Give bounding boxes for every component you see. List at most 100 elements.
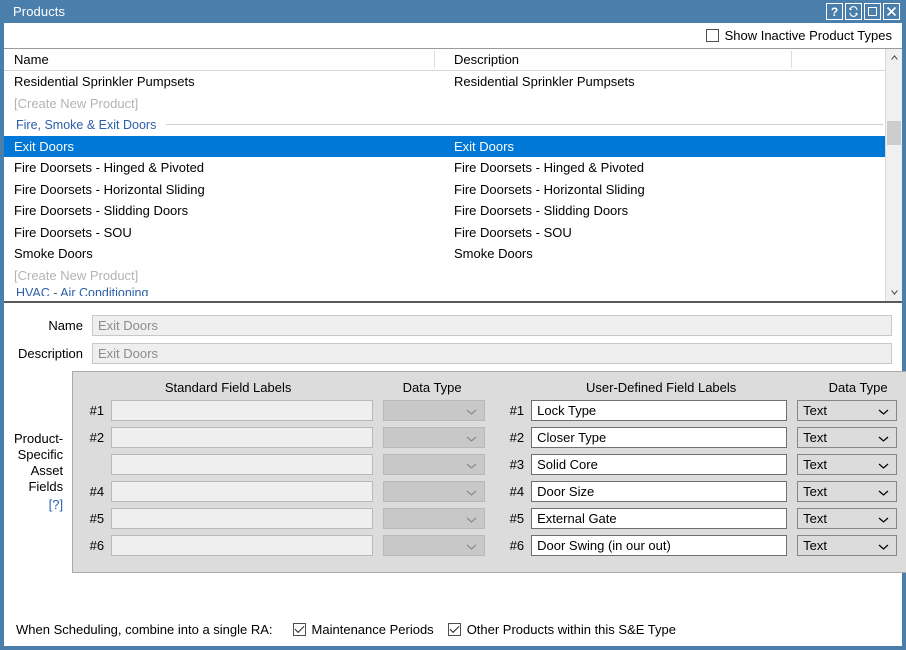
field-definition-row: #6 #6 Text (83, 535, 906, 556)
user-defined-field-label-input[interactable] (531, 481, 788, 502)
cell-name: [Create New Product] (14, 95, 139, 111)
table-row[interactable]: [Create New Product] (4, 93, 885, 115)
description-label: Description (17, 346, 83, 361)
user-field-data-type-select[interactable]: Text (797, 400, 898, 421)
user-field-number: #2 (509, 430, 525, 445)
standard-field-data-type-select[interactable] (383, 400, 486, 421)
standard-field-data-type-select[interactable] (383, 481, 486, 502)
side-label-line-2: Specific (17, 447, 64, 462)
cell-name: Residential Sprinkler Pumpsets (14, 74, 195, 90)
maximize-icon[interactable] (864, 3, 881, 20)
help-link[interactable]: [?] (14, 497, 63, 513)
user-field-data-type-select[interactable]: Text (797, 427, 898, 448)
table-row[interactable]: Fire Doorsets - Hinged & Pivoted Fire Doo… (4, 157, 885, 179)
user-defined-field-label-input[interactable] (531, 454, 788, 475)
show-inactive-checkbox-box[interactable] (705, 29, 719, 42)
user-field-data-type-select[interactable]: Text (797, 508, 898, 529)
cell-description: Residential Sprinkler Pumpsets (454, 74, 635, 90)
other-products-label: Other Products within this S&E Type (466, 621, 676, 637)
table-row-selected[interactable]: Exit Doors Exit Doors (4, 135, 885, 157)
table-row[interactable]: Fire Doorsets - Horizontal Sliding Fire D… (4, 179, 885, 201)
other-products-checkbox-box[interactable] (447, 622, 461, 636)
close-icon[interactable] (883, 3, 900, 20)
chevron-down-icon (878, 457, 889, 472)
user-defined-field-label-input[interactable] (531, 400, 788, 421)
products-grid: Name Description Residential Sprinkler P… (4, 49, 902, 301)
scroll-thumb[interactable] (887, 121, 901, 145)
grid-vertical-scrollbar[interactable] (885, 49, 902, 301)
group-header-label: HVAC - Air Conditioning (16, 286, 149, 296)
maintenance-periods-checkbox-box[interactable] (292, 622, 306, 636)
user-field-data-type-value: Text (803, 430, 827, 445)
chevron-down-icon (466, 457, 477, 472)
table-row[interactable]: [Create New Product] (4, 265, 885, 287)
user-field-data-type-value: Text (803, 403, 827, 418)
other-products-checkbox[interactable]: Other Products within this S&E Type (447, 621, 676, 637)
user-field-number: #6 (509, 538, 525, 553)
scroll-track[interactable] (886, 66, 902, 284)
user-field-number: #1 (509, 403, 525, 418)
standard-field-data-type-select[interactable] (383, 535, 486, 556)
standard-field-data-type-select[interactable] (383, 454, 486, 475)
table-row[interactable]: Residential Sprinkler Pumpsets Residentia… (4, 71, 885, 93)
table-row[interactable]: Fire Doorsets - Slidding Doors Fire Doors… (4, 200, 885, 222)
scheduling-options-bar: When Scheduling, combine into a single R… (4, 612, 902, 646)
chevron-down-icon (878, 430, 889, 445)
client-area: Show Inactive Product Types Name Descrip… (4, 23, 906, 646)
user-field-data-type-select[interactable]: Text (797, 535, 898, 556)
cell-name: Exit Doors (14, 138, 74, 154)
user-field-data-type-select[interactable]: Text (797, 454, 898, 475)
user-defined-field-labels-header: User-Defined Field Labels (585, 380, 737, 395)
column-header-extra (791, 49, 885, 70)
standard-field-labels-header: Standard Field Labels (164, 380, 292, 395)
user-field-data-type-value: Text (803, 538, 827, 553)
standard-field-number: #4 (89, 484, 105, 499)
standard-field-label-input[interactable] (111, 481, 374, 502)
user-field-number: #3 (509, 457, 525, 472)
user-defined-field-label-input[interactable] (531, 508, 788, 529)
maintenance-periods-checkbox[interactable]: Maintenance Periods (292, 622, 434, 637)
product-detail-pane: Name Description Product- Specific Asset… (4, 303, 906, 612)
cell-name: Fire Doorsets - Horizontal Sliding (14, 181, 205, 197)
data-type-left-header: Data Type (402, 380, 462, 395)
side-label-line-1: Product- (14, 431, 64, 446)
grid-header-row: Name Description (4, 49, 885, 71)
standard-field-number: #1 (89, 403, 105, 418)
scheduling-lead-label: When Scheduling, combine into a single R… (16, 621, 273, 637)
user-field-data-type-value: Text (803, 511, 827, 526)
standard-field-number: #5 (89, 511, 105, 526)
column-header-description[interactable]: Description (444, 49, 791, 70)
fields-panel-header: Standard Field Labels Data Type User-Def… (83, 380, 906, 395)
standard-field-label-input[interactable] (111, 508, 374, 529)
user-defined-field-label-input[interactable] (531, 427, 788, 448)
name-field-row: Name (14, 315, 892, 336)
description-input[interactable] (92, 343, 892, 364)
fields-panel: Standard Field Labels Data Type User-Def… (72, 371, 906, 573)
show-inactive-product-types-checkbox[interactable]: Show Inactive Product Types (705, 28, 892, 43)
cell-description: Fire Doorsets - Horizontal Sliding (454, 181, 645, 197)
standard-field-label-input[interactable] (111, 400, 374, 421)
cell-description: Exit Doors (454, 138, 514, 154)
user-defined-field-label-input[interactable] (531, 535, 788, 556)
standard-field-label-input[interactable] (111, 454, 374, 475)
chevron-down-icon (466, 484, 477, 499)
help-icon[interactable]: ? (826, 3, 843, 20)
scroll-down-arrow-icon[interactable] (886, 284, 902, 301)
standard-field-label-input[interactable] (111, 535, 374, 556)
standard-field-data-type-select[interactable] (383, 508, 486, 529)
scroll-up-arrow-icon[interactable] (886, 49, 902, 66)
user-field-data-type-value: Text (803, 457, 827, 472)
standard-field-data-type-select[interactable] (383, 427, 486, 448)
column-header-name[interactable]: Name (4, 49, 444, 70)
standard-field-number: #6 (89, 538, 105, 553)
table-row[interactable]: Smoke Doors Smoke Doors (4, 243, 885, 265)
refresh-icon[interactable] (845, 3, 862, 20)
grid-rows: Residential Sprinkler Pumpsets Residentia… (4, 71, 885, 296)
standard-field-label-input[interactable] (111, 427, 374, 448)
table-row[interactable]: Fire Doorsets - SOU Fire Doorsets - SOU (4, 222, 885, 244)
cell-name: Fire Doorsets - Slidding Doors (14, 203, 189, 219)
name-input[interactable] (92, 315, 892, 336)
user-field-data-type-value: Text (803, 484, 827, 499)
user-field-data-type-select[interactable]: Text (797, 481, 898, 502)
group-header-label: Fire, Smoke & Exit Doors (16, 117, 157, 132)
